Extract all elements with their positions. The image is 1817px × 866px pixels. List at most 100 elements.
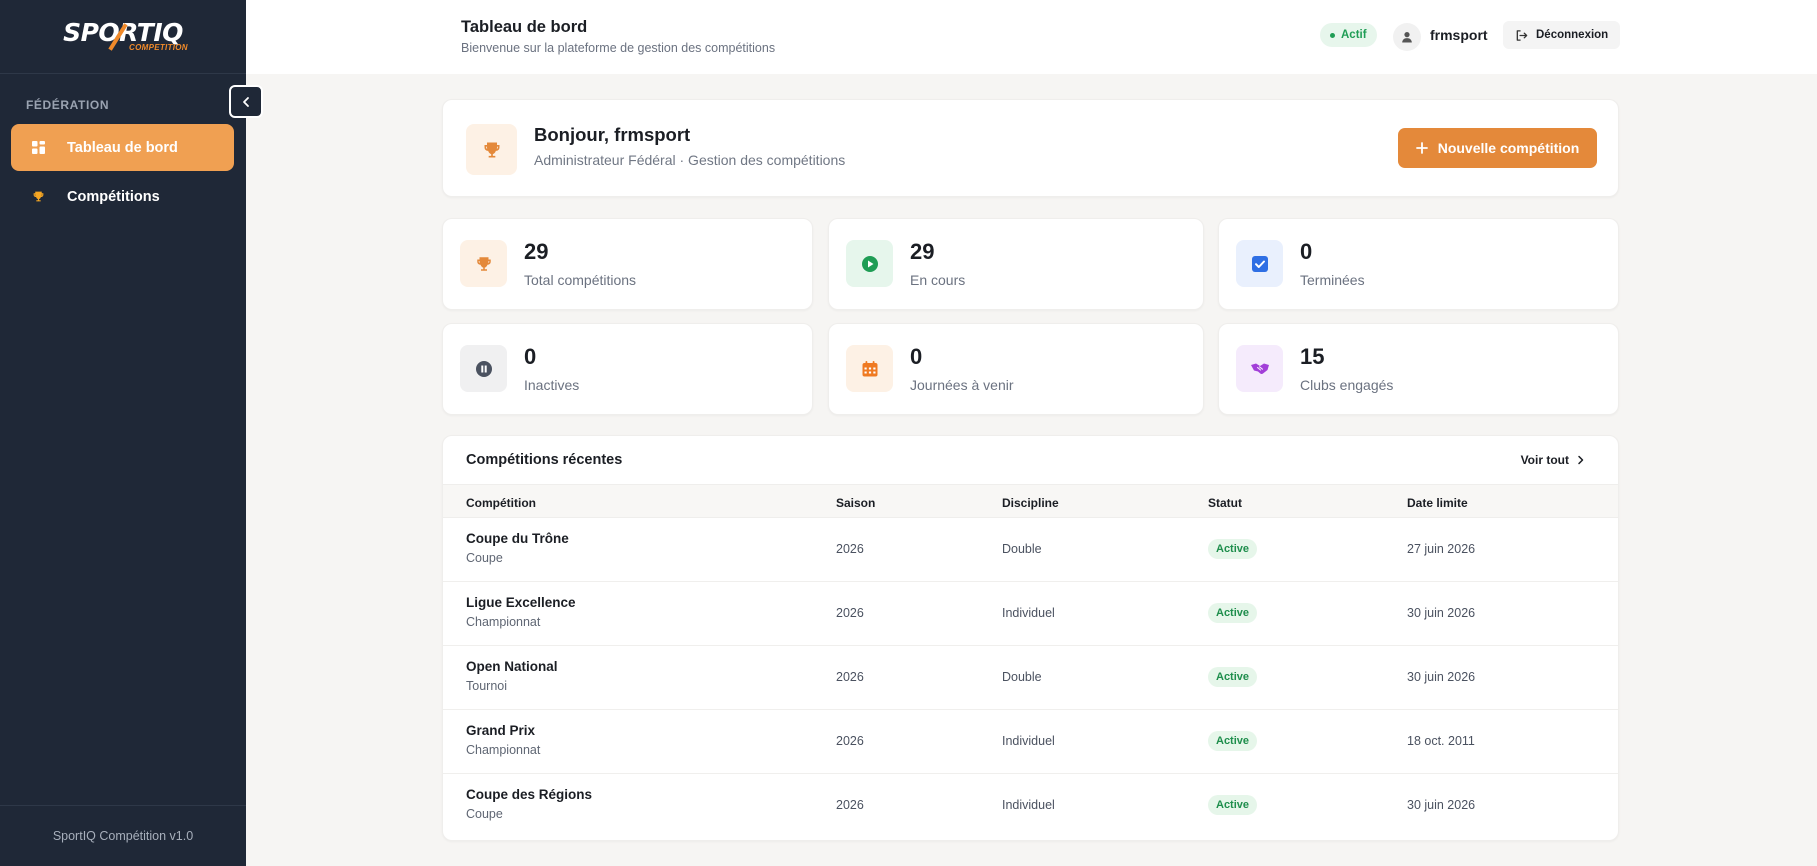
table-row[interactable]: Coupe du Trône Coupe 2026 Double Active … (443, 518, 1618, 582)
status-badge-label: Actif (1341, 29, 1367, 41)
new-competition-label: Nouvelle compétition (1437, 140, 1580, 156)
season-cell: 2026 (836, 734, 864, 748)
status-badge: Active (1208, 667, 1258, 687)
sidebar-section-label: FÉDÉRATION (26, 98, 110, 112)
discipline-cell: Individuel (1002, 798, 1055, 812)
top-header: Tableau de bord Bienvenue sur la platefo… (246, 0, 1817, 74)
logout-button[interactable]: Déconnexion (1503, 21, 1621, 49)
page-subtitle: Bienvenue sur la plateforme de gestion d… (461, 41, 776, 55)
chevron-left-icon (243, 96, 249, 107)
stat-value: 0 (910, 344, 923, 369)
play-icon (846, 240, 893, 287)
sidebar-item-label: Tableau de bord (67, 139, 178, 156)
season-cell: 2026 (836, 542, 864, 556)
logo-subtext: COMPETITION (129, 43, 188, 52)
discipline-cell: Double (1002, 670, 1042, 684)
status-badge: Active (1208, 539, 1258, 559)
welcome-greeting: Bonjour, frmsport (534, 124, 691, 145)
deadline-cell: 30 juin 2026 (1407, 798, 1476, 812)
sidebar-collapse-button[interactable] (229, 85, 263, 118)
competition-name: Open National (466, 659, 558, 674)
trophy-icon (31, 190, 45, 204)
discipline-cell: Double (1002, 542, 1042, 556)
stat-card-upcoming-days[interactable]: 0 Journées à venir (828, 323, 1204, 415)
stat-card-inactive[interactable]: 0 Inactives (442, 323, 813, 415)
competition-type: Championnat (466, 615, 541, 629)
stat-value: 15 (1300, 344, 1325, 369)
logout-label: Déconnexion (1536, 29, 1609, 41)
page-title: Tableau de bord (461, 18, 588, 36)
see-all-label: Voir tout (1520, 453, 1569, 467)
discipline-cell: Individuel (1002, 606, 1055, 620)
stat-card-total[interactable]: 29 Total compétitions (442, 218, 813, 310)
username: frmsport (1430, 27, 1488, 43)
dashboard-icon (31, 141, 45, 155)
stat-card-finished[interactable]: 0 Terminées (1218, 218, 1619, 310)
plus-icon (1415, 142, 1428, 154)
handshake-icon (1236, 345, 1283, 392)
avatar[interactable] (1393, 23, 1421, 51)
recent-competitions-title: Compétitions récentes (466, 452, 623, 468)
check-icon (1236, 240, 1283, 287)
logo[interactable]: SPORTIQ COMPETITION (0, 0, 246, 74)
status-badge: Active (1208, 731, 1258, 751)
stat-card-clubs[interactable]: 15 Clubs engagés (1218, 323, 1619, 415)
table-header: Compétition Saison Discipline Statut Dat… (443, 484, 1618, 518)
chevron-right-icon (1578, 455, 1584, 465)
status-dot-icon (1330, 32, 1335, 38)
column-header-competition[interactable]: Compétition (466, 496, 536, 510)
competition-name: Ligue Excellence (466, 595, 576, 610)
stat-label: Inactives (524, 377, 580, 393)
new-competition-button[interactable]: Nouvelle compétition (1398, 128, 1597, 168)
sidebar: SPORTIQ COMPETITION FÉDÉRATION Tableau d… (0, 0, 246, 866)
season-cell: 2026 (836, 670, 864, 684)
season-cell: 2026 (836, 606, 864, 620)
competition-type: Coupe (466, 551, 503, 565)
welcome-role: Administrateur Fédéral · Gestion des com… (534, 152, 846, 168)
table-row[interactable]: Coupe des Régions Coupe 2026 Individuel … (443, 774, 1618, 838)
stat-value: 29 (910, 239, 935, 264)
user-icon (1402, 32, 1412, 43)
competition-name: Coupe du Trône (466, 531, 569, 546)
stat-value: 0 (1300, 239, 1313, 264)
logout-icon (1516, 29, 1528, 41)
competition-name: Coupe des Régions (466, 787, 593, 802)
pause-icon (460, 345, 507, 392)
discipline-cell: Individuel (1002, 734, 1055, 748)
sidebar-item-dashboard[interactable]: Tableau de bord (11, 124, 234, 171)
trophy-icon (460, 240, 507, 287)
column-header-status[interactable]: Statut (1208, 496, 1242, 510)
stat-value: 29 (524, 239, 549, 264)
competition-type: Tournoi (466, 679, 507, 693)
stat-label: Clubs engagés (1300, 377, 1394, 393)
sidebar-item-label: Compétitions (67, 188, 160, 205)
sidebar-item-competitions[interactable]: Compétitions (11, 173, 234, 220)
calendar-icon (846, 345, 893, 392)
deadline-cell: 30 juin 2026 (1407, 606, 1476, 620)
season-cell: 2026 (836, 798, 864, 812)
see-all-link[interactable]: Voir tout (1521, 453, 1585, 467)
stat-value: 0 (524, 344, 537, 369)
recent-competitions-card: Compétitions récentes Voir tout Compétit… (442, 435, 1619, 841)
stat-label: Journées à venir (910, 377, 1014, 393)
trophy-icon (466, 124, 517, 175)
column-header-discipline[interactable]: Discipline (1002, 496, 1059, 510)
stat-label: Terminées (1300, 272, 1365, 288)
table-row[interactable]: Ligue Excellence Championnat 2026 Indivi… (443, 582, 1618, 646)
table-row[interactable]: Open National Tournoi 2026 Double Active… (443, 646, 1618, 710)
column-header-deadline[interactable]: Date limite (1407, 496, 1468, 510)
sidebar-version: SportIQ Compétition v1.0 (0, 805, 246, 866)
stat-card-in-progress[interactable]: 29 En cours (828, 218, 1204, 310)
deadline-cell: 27 juin 2026 (1407, 542, 1476, 556)
deadline-cell: 18 oct. 2011 (1407, 734, 1475, 748)
competition-type: Coupe (466, 807, 503, 821)
table-row[interactable]: Grand Prix Championnat 2026 Individuel A… (443, 710, 1618, 774)
status-badge: Active (1208, 603, 1258, 623)
deadline-cell: 30 juin 2026 (1407, 670, 1476, 684)
status-badge: Active (1208, 795, 1258, 815)
competition-name: Grand Prix (466, 723, 536, 738)
status-badge: Actif (1320, 23, 1377, 47)
column-header-season[interactable]: Saison (836, 496, 875, 510)
welcome-card: Bonjour, frmsport Administrateur Fédéral… (442, 99, 1619, 197)
stat-label: En cours (910, 272, 966, 288)
